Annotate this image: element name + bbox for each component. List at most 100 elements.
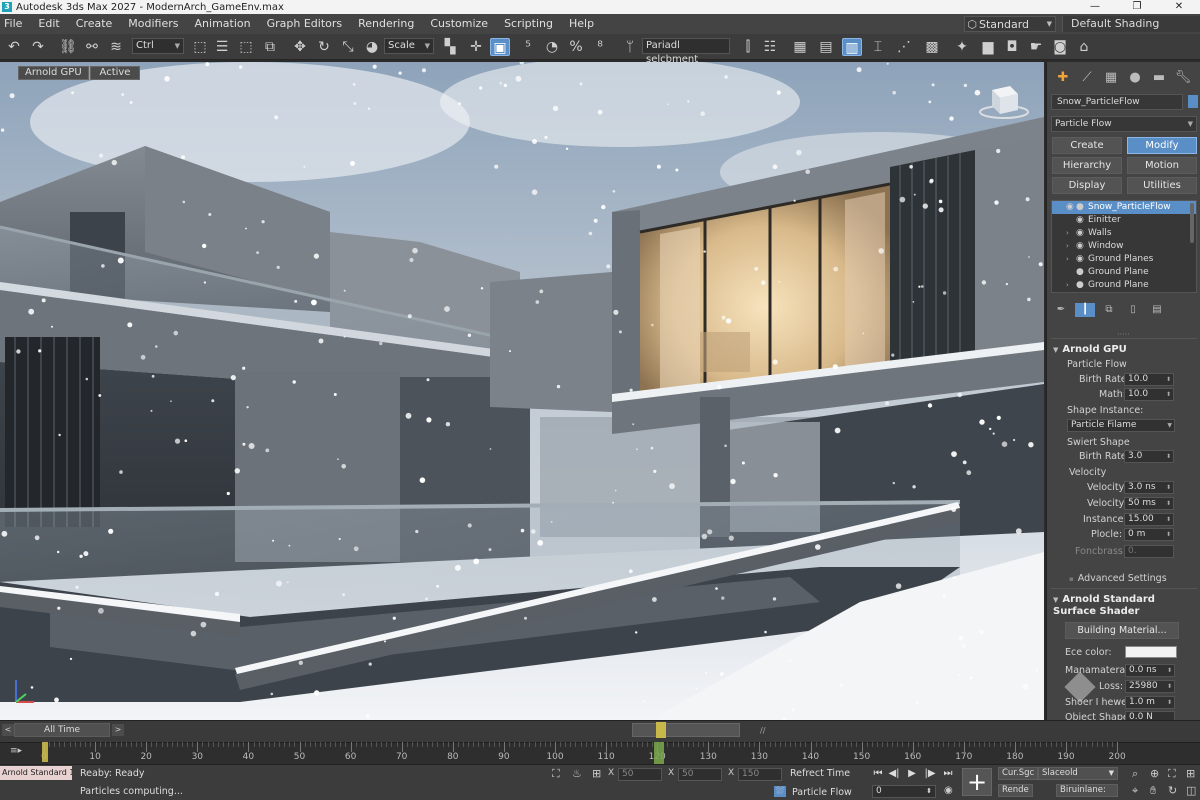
shape-instance-dropdown[interactable]: Particle Filame ▼	[1067, 419, 1175, 432]
layer-explorer-icon[interactable]: ▦	[790, 38, 810, 56]
rotate-icon[interactable]: ↻	[314, 38, 334, 56]
advanced-settings-toggle[interactable]: ▪ Advanced Settings	[1069, 573, 1167, 584]
velocity-2-spinner[interactable]: 50 ms ⬍	[1124, 497, 1174, 510]
maxscript-listener[interactable]: Arnold Standard 15:	[0, 766, 72, 780]
viewport-renderer-label[interactable]: Arnold GPU	[18, 66, 89, 80]
make-unique-icon[interactable]: ⧉	[1099, 303, 1119, 317]
utilities-tab-icon[interactable]: 🔧︎	[1171, 70, 1195, 85]
math-spinner[interactable]: 10.0 ⬍	[1124, 388, 1174, 401]
display-button[interactable]: Display	[1052, 177, 1122, 194]
angle-snap-icon[interactable]: ◔	[542, 38, 562, 56]
display-tab-icon[interactable]: ▬	[1147, 70, 1171, 85]
render-activeshade-icon[interactable]: ◙	[1050, 38, 1070, 56]
percent-snap-icon[interactable]: %	[566, 38, 586, 56]
key-mode-toggle-icon[interactable]: +	[962, 768, 992, 796]
motion-tab-icon[interactable]: ●	[1123, 70, 1147, 85]
render-iterative-icon[interactable]: ☛	[1026, 38, 1046, 56]
eye-icon[interactable]: ◉	[1076, 214, 1086, 227]
current-frame-indicator[interactable]	[654, 742, 664, 764]
material-editor-icon[interactable]: ▩	[922, 38, 942, 56]
select-object-icon[interactable]: ⬚	[190, 38, 210, 56]
utilities-button[interactable]: Utilities	[1127, 177, 1197, 194]
spinner-arrows-icon[interactable]: ⬍	[1166, 374, 1171, 385]
shading-dropdown[interactable]: Default Shading	[1062, 16, 1200, 32]
zoom-icon[interactable]: ⌕	[1132, 767, 1138, 781]
ribbon-toggle-icon[interactable]: ▥	[842, 38, 862, 56]
remove-modifier-icon[interactable]: ▯	[1123, 303, 1143, 317]
expand-icon[interactable]: ›	[1066, 240, 1074, 253]
perspective-viewport[interactable]: Arnold GPU Active	[0, 62, 1044, 720]
mirror-icon[interactable]: ⫿	[738, 38, 758, 56]
spinner-arrows-icon[interactable]: ⬍	[1166, 514, 1171, 525]
particle-flow-icon[interactable]: ⛆	[774, 786, 786, 797]
curve-editor-icon[interactable]: ⌶	[868, 38, 888, 56]
next-frame-icon[interactable]: |▶	[922, 767, 938, 781]
create-button[interactable]: Create	[1052, 137, 1122, 154]
tree-item[interactable]: › ◉ Walls	[1052, 227, 1196, 240]
tree-item[interactable]: ◉ ● Snow_ParticleFlow	[1052, 201, 1196, 214]
restore-button[interactable]: ❐	[1116, 0, 1158, 14]
menu-file[interactable]: File	[0, 14, 30, 34]
eye-icon[interactable]: ◉	[1076, 227, 1086, 240]
pin-stack-icon[interactable]: ✒	[1051, 303, 1071, 317]
spinner-arrows-icon[interactable]: ⬍	[1167, 681, 1172, 692]
rendered-frame-window-icon[interactable]: ▆	[978, 38, 998, 56]
loss-spinner[interactable]: 25980 ⬍	[1125, 680, 1175, 693]
menu-customize[interactable]: Customize	[422, 14, 496, 34]
menu-help[interactable]: Help	[561, 14, 602, 34]
eye-icon[interactable]: ◉	[1066, 201, 1076, 214]
tree-scrollbar[interactable]	[1190, 203, 1194, 243]
spinner-arrows-icon[interactable]: ⬍	[926, 786, 932, 797]
tree-item[interactable]: ● Ground Plane	[1052, 266, 1196, 279]
manamateral-spinner[interactable]: 0.0 ns ⬍	[1125, 664, 1175, 677]
selection-lock-icon[interactable]: ⛶	[552, 767, 560, 781]
eye-icon[interactable]: ◉	[1076, 240, 1086, 253]
tree-item[interactable]: › ● Ground Plane	[1052, 279, 1196, 292]
object-name-field[interactable]: Snow_ParticleFlow	[1051, 94, 1183, 110]
time-config-icon[interactable]: ◉	[944, 785, 953, 796]
minimize-button[interactable]: —	[1074, 0, 1116, 14]
selection-filter-dropdown[interactable]: Ctrl ▼	[132, 38, 184, 54]
spinner-arrows-icon[interactable]: ⬍	[1167, 665, 1172, 676]
window-crossing-icon[interactable]: ⧉	[260, 38, 280, 56]
show-end-result-icon[interactable]: ┃	[1075, 303, 1095, 317]
rectangular-selection-icon[interactable]: ⬚	[236, 38, 256, 56]
render-cloud-icon[interactable]: ⌂	[1074, 38, 1094, 56]
select-manipulate-icon[interactable]: ✛	[466, 38, 486, 56]
time-prev-arrow-icon[interactable]: <	[2, 724, 14, 736]
undo-icon[interactable]: ↶	[4, 38, 24, 56]
go-to-end-icon[interactable]: ⏭	[940, 767, 956, 781]
spinner-snap-icon[interactable]: ⁸	[590, 38, 610, 56]
spinner-arrows-icon[interactable]: ⬍	[1166, 529, 1171, 540]
modifier-list-dropdown[interactable]: Particle Flow ▼	[1051, 116, 1197, 132]
rollout-header-arnold-standard-surface[interactable]: ▼ Arnold Standard Surface Shader	[1053, 594, 1189, 618]
zoom-all-icon[interactable]: ⊕	[1150, 767, 1159, 780]
instance-spinner[interactable]: 15.00 ⬍	[1124, 513, 1174, 526]
select-by-name-icon[interactable]: ☰	[212, 38, 232, 56]
ece-color-swatch[interactable]	[1125, 646, 1177, 658]
hierarchy-button[interactable]: Hierarchy	[1052, 157, 1122, 174]
x-coord-field[interactable]: 50	[618, 768, 662, 781]
menu-graph-editors[interactable]: Graph Editors	[259, 14, 351, 34]
spinner-arrows-icon[interactable]: ⬍	[1166, 498, 1171, 509]
hierarchy-tab-icon[interactable]: ▦	[1099, 70, 1123, 85]
configure-sets-icon[interactable]: ▤	[1147, 303, 1167, 317]
align-icon[interactable]: ☷	[760, 38, 780, 56]
reference-coordinate-dropdown[interactable]: Scale ▼	[384, 38, 434, 54]
redo-icon[interactable]: ↷	[28, 38, 48, 56]
render-setup-icon[interactable]: ✦	[952, 38, 972, 56]
tree-item[interactable]: › ◉ Window	[1052, 240, 1196, 253]
pivot-center-icon[interactable]: ▚	[440, 38, 460, 56]
spinner-arrows-icon[interactable]: ⬍	[1166, 451, 1171, 462]
snaps-toggle-icon[interactable]: ⁵	[518, 38, 538, 56]
y-coord-field[interactable]: 50	[678, 768, 722, 781]
pan-icon[interactable]: ✋︎	[1150, 784, 1156, 798]
biruinlane-field[interactable]: Biruinlane:	[1056, 784, 1118, 797]
object-shape-spinner[interactable]: 0.0 N	[1125, 711, 1175, 720]
time-slider-knob[interactable]	[656, 722, 666, 738]
menu-edit[interactable]: Edit	[30, 14, 67, 34]
time-range-dropdown[interactable]: All Time	[14, 723, 110, 737]
absolute-mode-icon[interactable]: ⊞	[592, 767, 601, 780]
unlink-icon[interactable]: ⚯	[82, 38, 102, 56]
spinner-arrows-icon[interactable]: ⬍	[1166, 482, 1171, 493]
